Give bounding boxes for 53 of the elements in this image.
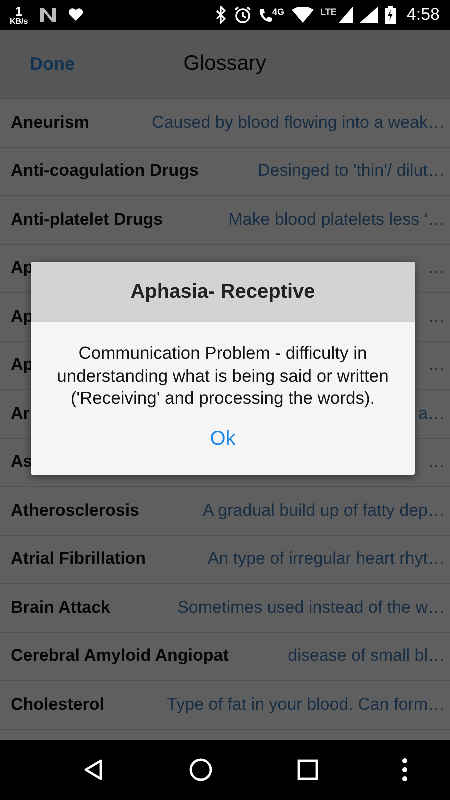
glossary-term: Aneurism (11, 112, 90, 133)
alarm-icon (234, 6, 252, 24)
glossary-definition: disease of small bl… (288, 646, 445, 666)
glossary-definition: Caused by blood flowing into a weak… (152, 112, 445, 133)
glossary-definition: Sometimes used instead of the w… (178, 598, 445, 618)
done-button[interactable]: Done (22, 48, 83, 80)
signal-icon (360, 7, 378, 23)
lte-label: LTE (320, 7, 337, 17)
home-icon[interactable] (189, 758, 214, 782)
glossary-row[interactable]: Aneurism Caused by blood flowing into a weak… (0, 99, 450, 148)
clock: 4:58 (406, 5, 440, 25)
wifi-icon (292, 7, 314, 23)
speed-unit: KB/s (10, 18, 28, 26)
recents-icon[interactable] (296, 759, 319, 781)
dialog-title: Aphasia- Receptive (31, 262, 415, 322)
glossary-row[interactable]: Anti-coagulation Drugs Desinged to 'thin'/ dilut… (0, 148, 450, 196)
glossary-term: Anti-platelet Drugs (11, 210, 164, 230)
glossary-term: Atrial Fibrillation (11, 549, 146, 570)
glossary-definition: An type of irregular heart rhyt… (208, 549, 445, 570)
glossary-definition: … (428, 306, 445, 327)
glossary-term: As (11, 452, 33, 472)
glossary-row[interactable]: Atherosclerosis A gradual build up of fatty dep… (0, 487, 450, 536)
ok-button[interactable]: Ok (198, 422, 248, 456)
phone-icon (258, 7, 273, 23)
n-logo-icon (38, 6, 58, 24)
glossary-definition: Type of fat in your blood. Can form… (167, 694, 445, 715)
glossary-term: Atherosclerosis (11, 500, 140, 521)
glossary-definition: … (428, 452, 445, 472)
glossary-term: Cholesterol (11, 694, 105, 715)
bluetooth-icon (214, 6, 227, 24)
glossary-term: Cerebral Amyloid Angiopat (11, 646, 229, 666)
glossary-definition: Make blood platelets less ‘… (228, 210, 445, 230)
signal-icon (338, 7, 353, 23)
glossary-term: Brain Attack (11, 598, 111, 618)
glossary-definition: Desinged to 'thin'/ dilut… (258, 161, 445, 182)
glossary-definition: … (428, 258, 445, 278)
network-type: 4G (272, 7, 285, 17)
dialog-message: Communication Problem - difficulty in understanding what is being said or written ('Receiving' and processing the words). (56, 342, 390, 410)
glossary-row[interactable]: Cholesterol Type of fat in your blood. Can form… (0, 681, 450, 730)
more-icon[interactable] (402, 758, 408, 782)
glossary-definition: A gradual build up of fatty dep… (203, 500, 445, 521)
glossary-row[interactable]: Anti-platelet Drugs Make blood platelets less ‘… (0, 196, 450, 244)
glossary-definition: … (428, 355, 445, 376)
battery-charging-icon (384, 6, 396, 24)
heart-icon (68, 8, 84, 22)
speed-value: 1 (16, 4, 23, 18)
glossary-term: Anti-coagulation Drugs (11, 161, 199, 182)
glossary-term: Ar (11, 404, 30, 424)
glossary-row[interactable]: Atrial Fibrillation An type of irregular heart rhyt… (0, 536, 450, 584)
glossary-definition: a… (418, 404, 445, 424)
screen-title: Glossary (184, 52, 266, 76)
glossary-row[interactable]: Brain Attack Sometimes used instead of the w… (0, 584, 450, 632)
glossary-row[interactable]: Cerebral Amyloid Angiopat disease of small bl… (0, 632, 450, 681)
